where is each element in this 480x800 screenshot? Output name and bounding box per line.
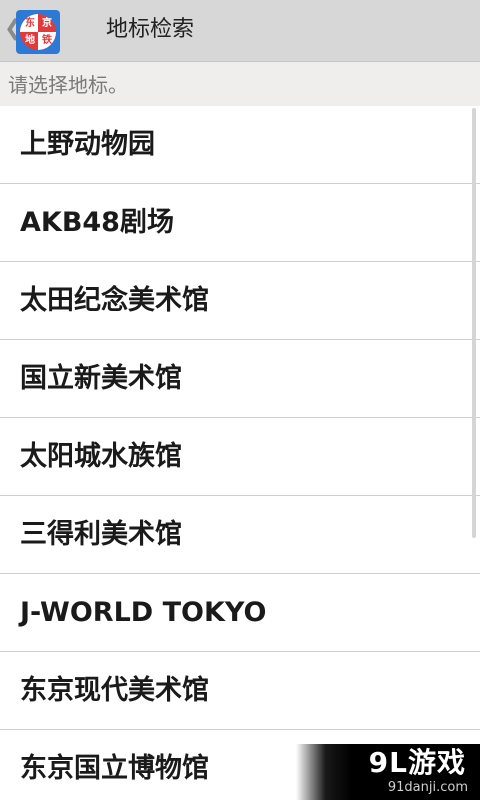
list-item-akb48-theater[interactable]: AKB48剧场	[0, 184, 480, 262]
list-item-label: 上野动物园	[20, 129, 155, 160]
watermark-brand: 9L游戏	[368, 746, 466, 779]
list-item-sunshine-aquarium[interactable]: 太阳城水族馆	[0, 418, 480, 496]
list-item-ueno-zoo[interactable]: 上野动物园	[0, 106, 480, 184]
list-item-national-art-center[interactable]: 国立新美术馆	[0, 340, 480, 418]
list-item-ota-memorial-museum[interactable]: 太田纪念美术馆	[0, 262, 480, 340]
list-item-label: AKB48剧场	[20, 207, 174, 238]
list-item-label: J-WORLD TOKYO	[20, 597, 267, 628]
list-item-label: 东京国立博物馆	[20, 753, 209, 784]
logo-char: 地	[25, 35, 35, 46]
logo-char: 铁	[42, 35, 52, 46]
scrollbar[interactable]	[472, 108, 476, 538]
list-item-j-world-tokyo[interactable]: J-WORLD TOKYO	[0, 574, 480, 652]
instruction-bar: 请选择地标。	[0, 62, 480, 106]
list-item-label: 国立新美术馆	[20, 363, 182, 394]
logo-char: 京	[42, 18, 52, 29]
app-logo[interactable]: 东 京 地 铁	[16, 10, 60, 54]
list-item-label: 东京现代美术馆	[20, 675, 209, 706]
list-item-label: 三得利美术馆	[20, 519, 182, 550]
watermark: 9L游戏 91danji.com	[296, 744, 480, 800]
instruction-text: 请选择地标。	[8, 73, 128, 97]
watermark-url: 91danji.com	[387, 780, 468, 795]
list-item-suntory-museum[interactable]: 三得利美术馆	[0, 496, 480, 574]
action-bar: ❮ 东 京 地 铁 地标检索	[0, 0, 480, 62]
list-item-label: 太阳城水族馆	[20, 441, 182, 472]
landmark-list: 上野动物园 AKB48剧场 太田纪念美术馆 国立新美术馆 太阳城水族馆 三得利美…	[0, 106, 480, 800]
logo-char: 东	[25, 18, 35, 29]
list-item-label: 太田纪念美术馆	[20, 285, 209, 316]
page-title: 地标检索	[106, 17, 195, 42]
list-item-tokyo-contemporary-art[interactable]: 东京现代美术馆	[0, 652, 480, 730]
